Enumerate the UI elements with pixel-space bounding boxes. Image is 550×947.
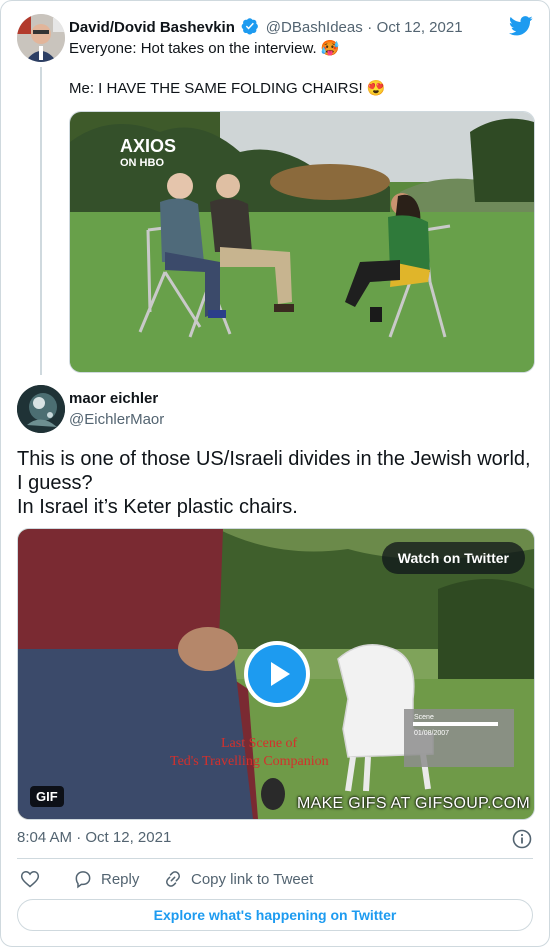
gif-caption-line1: Last Scene of — [221, 736, 298, 751]
twitter-logo-icon[interactable] — [509, 16, 533, 36]
explore-twitter-button[interactable]: Explore what's happening on Twitter — [17, 899, 533, 931]
author-name[interactable]: maor eichler — [69, 390, 158, 407]
tweet-embed-card: David/Dovid Bashevkin @DBashIdeas · Oct … — [0, 0, 550, 947]
play-button[interactable] — [244, 641, 310, 707]
copy-link-label: Copy link to Tweet — [191, 870, 314, 888]
tweet-text-line: I guess? — [17, 472, 93, 494]
tweet-text-line: In Israel it’s Keter plastic chairs. — [17, 496, 298, 518]
author-handle[interactable]: @EichlerMaor — [69, 411, 164, 428]
play-icon — [248, 645, 306, 703]
avatar-image — [17, 14, 65, 62]
hot-face-emoji: 🥵 — [320, 40, 340, 57]
link-icon — [166, 871, 180, 887]
tweet-text: Me: I HAVE THE SAME FOLDING CHAIRS! — [69, 80, 363, 97]
heart-eyes-emoji: 😍 — [366, 80, 386, 97]
author-handle[interactable]: @DBashIdeas — [266, 19, 363, 36]
reply-bubble-icon — [75, 871, 91, 889]
axios-logo-text: AXIOS — [120, 136, 176, 156]
overlay-label: Scene — [414, 714, 434, 721]
gif-caption-line2: Ted's Travelling Companion — [170, 754, 329, 769]
overlay-date: 01/08/2007 — [414, 730, 449, 737]
reply-tweet-text: This is one of those US/Israeli divides … — [17, 447, 531, 519]
tweet-date[interactable]: Oct 12, 2021 — [377, 19, 463, 36]
like-heart-icon[interactable] — [20, 869, 40, 889]
divider — [17, 858, 533, 859]
tweet-text-line: This is one of those US/Israeli divides … — [17, 448, 531, 470]
gif-media[interactable]: Scene 01/08/2007 Last Scene of Ted's Tra… — [17, 528, 535, 820]
avatar[interactable] — [17, 14, 65, 62]
gifsoup-watermark: MAKE GIFS AT GIFSOUP.COM — [296, 795, 530, 812]
quoted-tweet-header: David/Dovid Bashevkin @DBashIdeas · Oct … — [69, 17, 463, 37]
tweet-time: 8:04 AM — [17, 829, 73, 846]
avatar[interactable] — [17, 385, 65, 433]
verified-badge-icon — [241, 18, 259, 35]
meta-separator: · — [367, 19, 373, 36]
watch-on-twitter-button[interactable]: Watch on Twitter — [381, 542, 525, 574]
hbo-logo-text: ON HBO — [120, 157, 164, 169]
avatar-image — [17, 385, 65, 433]
quoted-tweet-line2: Me: I HAVE THE SAME FOLDING CHAIRS! 😍 — [69, 79, 386, 99]
thread-line — [40, 67, 42, 375]
interview-scene-image: AXIOS ON HBO — [70, 112, 534, 372]
meta-separator: · — [76, 829, 82, 846]
tweet-timestamp[interactable]: 8:04 AM · Oct 12, 2021 — [17, 829, 171, 846]
tweet-date: Oct 12, 2021 — [85, 829, 172, 846]
interview-photo[interactable]: AXIOS ON HBO — [69, 111, 535, 373]
info-icon[interactable] — [512, 829, 532, 849]
reply-button[interactable]: Reply — [73, 869, 139, 889]
quoted-tweet-line1: Everyone: Hot takes on the interview. 🥵 — [69, 39, 340, 59]
copy-link-button[interactable]: Copy link to Tweet — [163, 869, 313, 889]
reply-label: Reply — [101, 870, 140, 888]
tweet-text: Everyone: Hot takes on the interview. — [69, 40, 317, 57]
gif-badge: GIF — [30, 786, 64, 807]
author-name[interactable]: David/Dovid Bashevkin — [69, 19, 235, 36]
